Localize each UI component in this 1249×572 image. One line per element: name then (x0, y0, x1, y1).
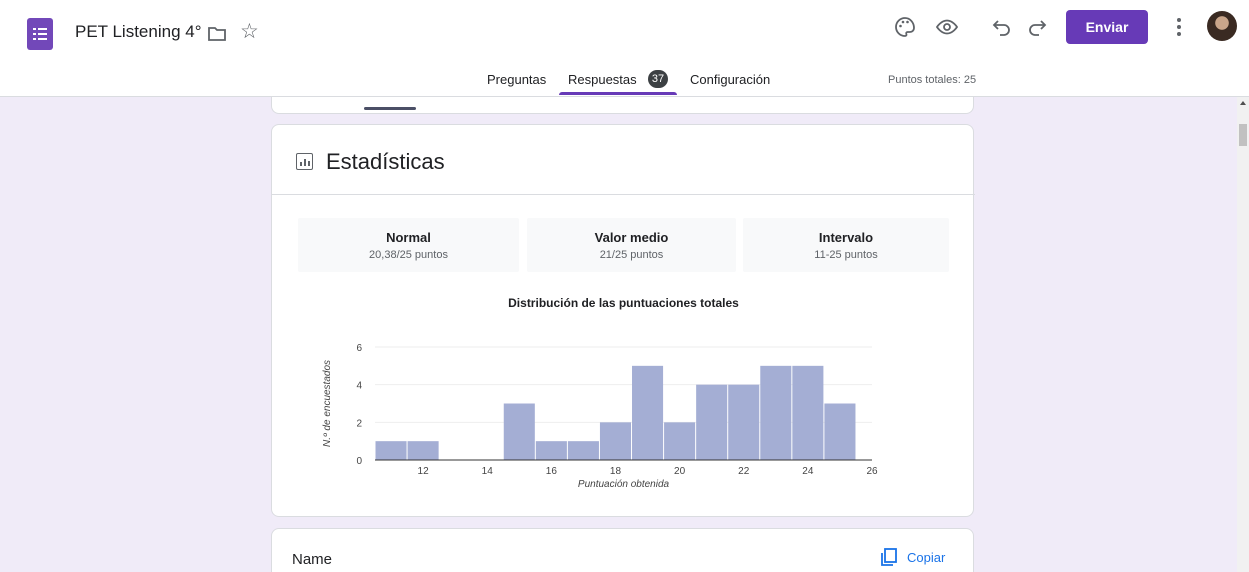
x-tick-label: 12 (418, 466, 430, 477)
statistics-card: Estadísticas Normal 20,38/25 puntos Valo… (271, 124, 975, 517)
x-tick-label: 22 (738, 466, 750, 477)
y-tick-label: 4 (356, 381, 362, 392)
y-axis-label: N.º de encuestados (322, 360, 333, 447)
stat-label: Valor medio (594, 230, 669, 245)
forms-app-icon[interactable] (27, 18, 53, 50)
chart-title: Distribución de las puntuaciones totales (508, 296, 739, 310)
copy-button[interactable]: Copiar (907, 550, 945, 565)
x-axis-label: Puntuación obtenida (578, 479, 670, 490)
document-title[interactable]: PET Listening 4° (75, 22, 202, 42)
tab-configuracion[interactable]: Configuración (690, 72, 770, 87)
x-tick-label: 14 (482, 466, 494, 477)
summary-tab-indicator (364, 107, 416, 110)
stat-label: Normal (386, 230, 431, 245)
tab-respuestas[interactable]: Respuestas (568, 72, 637, 87)
stat-value: 11-25 puntos (814, 249, 878, 261)
palette-icon[interactable] (893, 15, 917, 39)
histogram-bar (696, 384, 728, 460)
preview-eye-icon[interactable] (935, 15, 959, 39)
y-tick-label: 0 (356, 456, 362, 467)
active-tab-indicator (559, 92, 677, 95)
histogram-bar (407, 441, 439, 460)
histogram-bar (792, 365, 824, 460)
stat-box-mean: Valor medio 21/25 puntos (527, 218, 736, 272)
x-tick-label: 26 (866, 466, 878, 477)
x-tick-label: 18 (610, 466, 622, 477)
responses-count-badge: 37 (648, 70, 668, 88)
statistics-title: Estadísticas (326, 149, 445, 174)
folder-icon[interactable] (207, 24, 227, 44)
star-icon[interactable]: ☆ (240, 21, 259, 42)
top-bar: PET Listening 4° ☆ Enviar Preguntas Resp… (0, 0, 1249, 97)
redo-icon[interactable] (1025, 15, 1049, 39)
stat-box-range: Intervalo 11-25 puntos (743, 218, 949, 272)
divider (272, 194, 975, 195)
histogram-bar (664, 422, 696, 460)
histogram-bar (567, 441, 599, 460)
stat-label: Intervalo (818, 230, 874, 245)
stat-value: 21/25 puntos (599, 249, 664, 261)
y-tick-label: 2 (356, 418, 362, 429)
tab-preguntas[interactable]: Preguntas (487, 72, 546, 87)
scroll-thumb[interactable] (1239, 124, 1247, 146)
question-title: Name (292, 551, 333, 568)
undo-icon[interactable] (990, 15, 1014, 39)
histogram-bar (535, 441, 567, 460)
histogram-bar (599, 422, 632, 460)
name-question-card: Name Copiar (271, 528, 974, 572)
stat-value: 20,38/25 puntos (369, 249, 448, 261)
avatar[interactable] (1207, 11, 1237, 41)
stat-box-normal: Normal 20,38/25 puntos (298, 218, 519, 272)
histogram-bar (632, 365, 664, 460)
histogram-bar (760, 365, 792, 460)
bar-chart-icon (296, 153, 313, 170)
summary-card-bottom (271, 97, 974, 114)
x-tick-label: 20 (674, 466, 686, 477)
x-tick-label: 24 (802, 466, 814, 477)
y-tick-label: 6 (356, 343, 362, 354)
histogram-bar (503, 403, 535, 460)
histogram-bar (375, 441, 407, 460)
histogram-bar (728, 384, 760, 460)
page-scrollbar[interactable] (1237, 97, 1249, 572)
score-distribution-chart: 024612 14 16 18 20 22 24 26Puntuación obtenidaN… (322, 343, 878, 490)
scroll-up-arrow[interactable] (1240, 101, 1246, 105)
x-tick-label: 16 (546, 466, 558, 477)
more-options-icon[interactable] (1177, 18, 1181, 39)
histogram-bar (824, 403, 856, 460)
total-points-label: Puntos totales: 25 (888, 74, 977, 86)
copy-icon[interactable] (879, 547, 899, 567)
send-button[interactable]: Enviar (1066, 10, 1148, 44)
